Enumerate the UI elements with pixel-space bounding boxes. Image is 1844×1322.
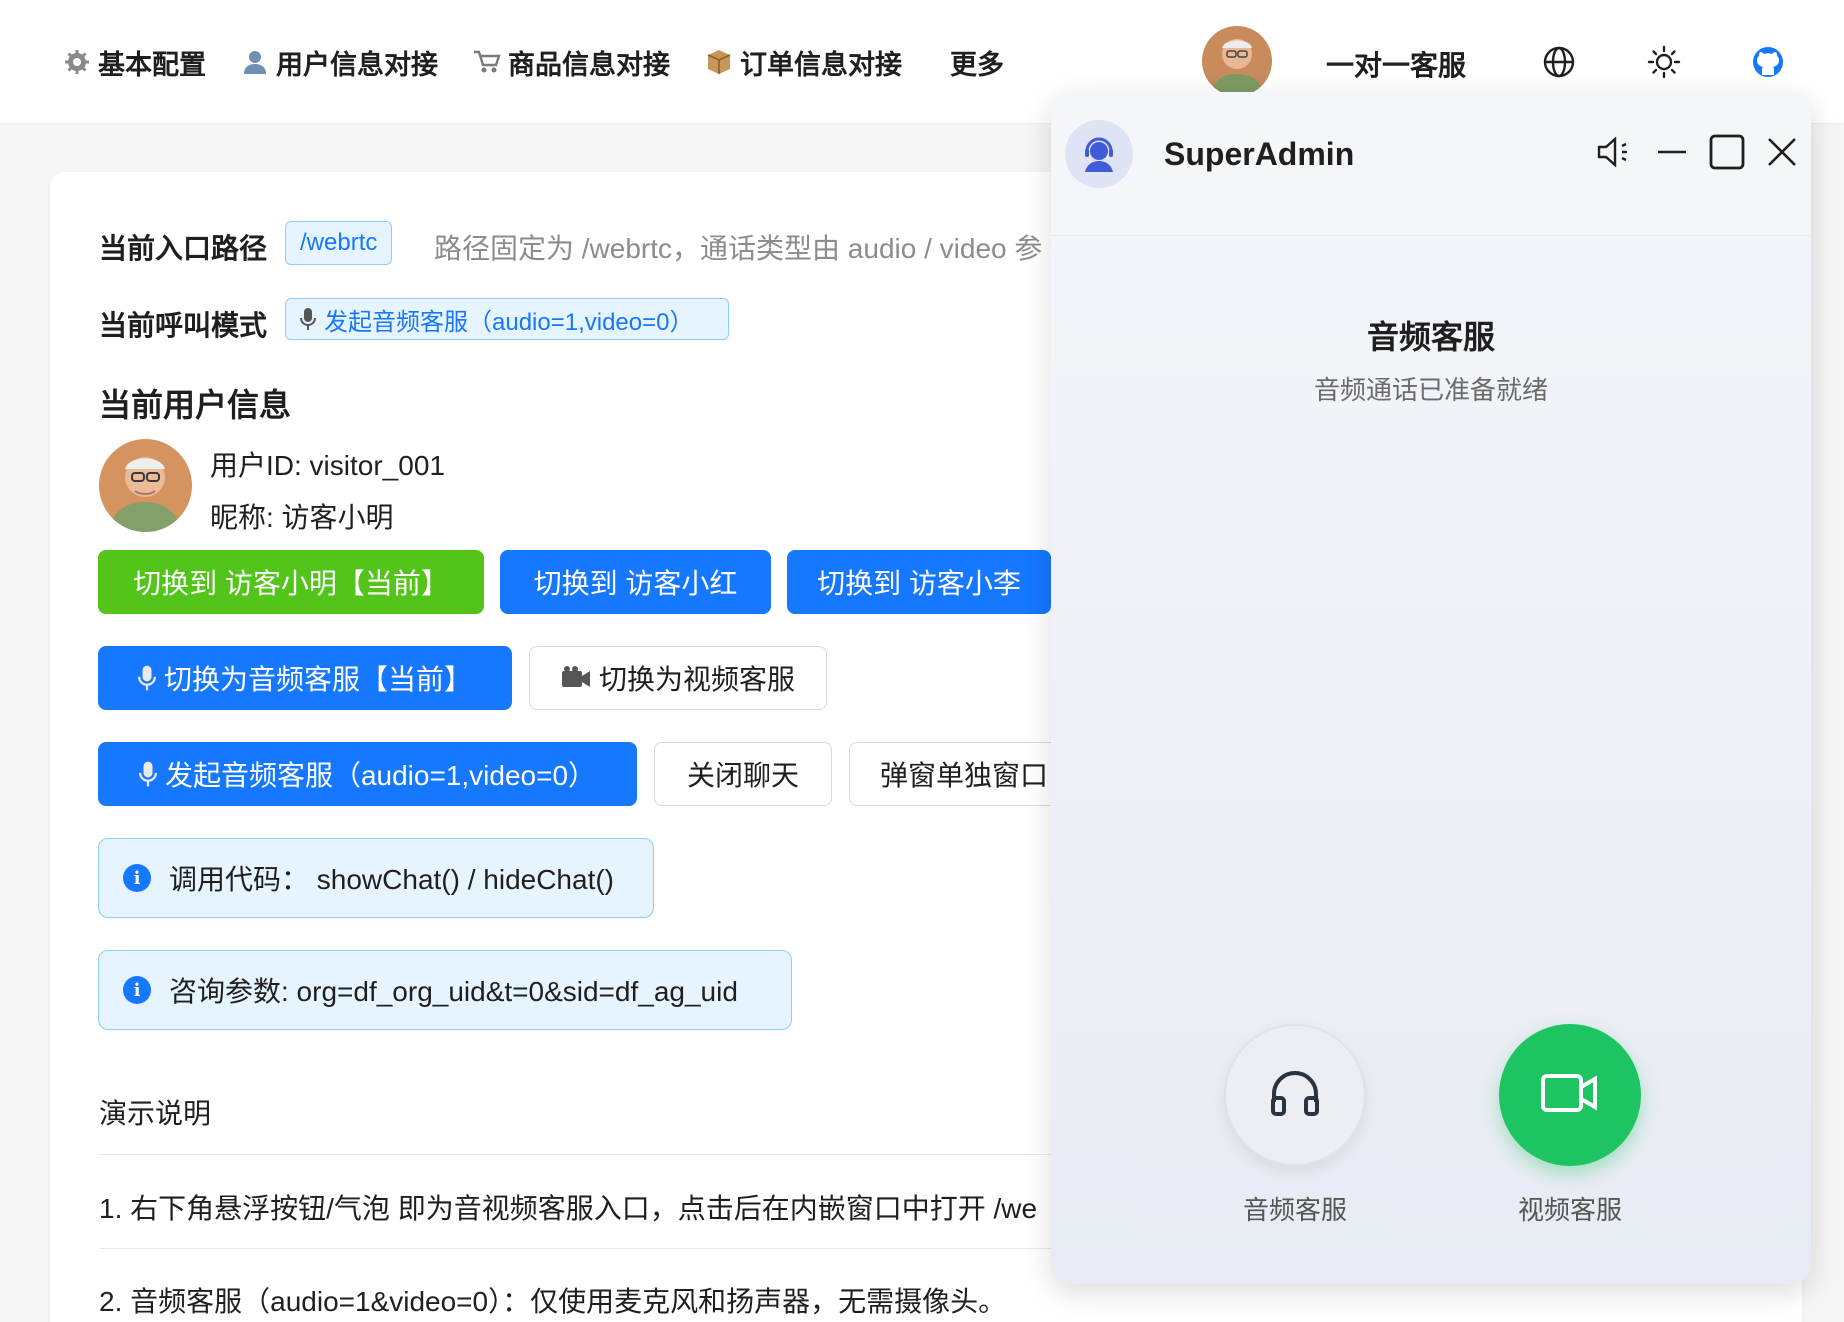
user-id-text: 用户ID: visitor_001 [210, 450, 445, 481]
popup-window-button[interactable]: 弹窗单独窗口 [849, 742, 1069, 806]
headphones-icon [1268, 1068, 1322, 1123]
one-on-one-service-link[interactable]: 一对一客服 [1326, 44, 1466, 84]
cart-icon [472, 47, 502, 77]
button-label: 发起音频客服（audio=1,video=0） [164, 760, 597, 791]
video-camera-icon [1540, 1071, 1600, 1120]
call-title: 音频客服 [1366, 319, 1495, 355]
switch-video-service-button[interactable]: 切换为视频客服 [529, 646, 827, 710]
maximize-icon[interactable] [1707, 132, 1747, 172]
entry-path-hint: 路径固定为 /webrtc，通话类型由 audio / video 参 [434, 233, 1043, 264]
nav-item-label: 更多 [950, 49, 1004, 80]
agent-avatar [1065, 120, 1133, 188]
speaker-icon[interactable] [1595, 132, 1635, 172]
avatar[interactable] [1202, 26, 1272, 96]
chat-window: SuperAdmin 音频客服 音频通话已准备就绪 音频客服 视频客服 [1051, 92, 1811, 1284]
video-call-label: 视频客服 [1517, 1195, 1622, 1225]
video-camera-icon [561, 666, 591, 690]
call-subtitle: 音频通话已准备就绪 [1313, 375, 1548, 405]
demo-line-1: 1. 右下角悬浮按钮/气泡 即为音视频客服入口，点击后在内嵌窗口中打开 /we [99, 1193, 1038, 1224]
sun-icon[interactable] [1646, 44, 1682, 80]
user-avatar [99, 439, 192, 532]
button-label: 切换为音频客服【当前】 [163, 664, 472, 695]
info-icon: i [123, 976, 151, 1004]
nav-item-label: 商品信息对接 [508, 49, 670, 80]
close-icon[interactable] [1762, 132, 1802, 172]
video-call-button[interactable] [1499, 1024, 1641, 1166]
info-query-params: i 咨询参数: org=df_org_uid&t=0&sid=df_ag_uid [98, 950, 792, 1030]
nav-item-order-info[interactable]: 订单信息对接 [704, 44, 902, 80]
audio-call-button[interactable] [1224, 1024, 1366, 1166]
start-audio-service-button[interactable]: 发起音频客服（audio=1,video=0） [98, 742, 637, 806]
switch-audio-service-button[interactable]: 切换为音频客服【当前】 [98, 646, 512, 710]
entry-path-tag: /webrtc [285, 221, 393, 265]
demo-title: 演示说明 [99, 1098, 212, 1129]
globe-icon[interactable] [1541, 44, 1577, 80]
switch-user-xiaoming-button[interactable]: 切换到 访客小明【当前】 [98, 550, 484, 614]
switch-user-xiaohong-button[interactable]: 切换到 访客小红 [500, 550, 771, 614]
switch-user-xiaoli-button[interactable]: 切换到 访客小李 [787, 550, 1051, 614]
nav-item-label: 订单信息对接 [740, 49, 902, 80]
call-mode-value: 发起音频客服（audio=1,video=0） [324, 308, 694, 336]
user-icon [240, 47, 270, 77]
gear-icon [62, 47, 92, 77]
close-chat-button[interactable]: 关闭聊天 [654, 742, 832, 806]
button-label: 切换为视频客服 [598, 664, 795, 695]
nickname-text: 昵称: 访客小明 [210, 502, 394, 533]
info-params-text: 咨询参数: org=df_org_uid&t=0&sid=df_ag_uid [169, 976, 738, 1007]
info-icon: i [123, 864, 151, 892]
info-code-text: 调用代码： showChat() / hideChat() [169, 864, 615, 895]
nav-item-label: 基本配置 [98, 49, 206, 80]
nav-item-product-info[interactable]: 商品信息对接 [472, 44, 670, 80]
call-mode-tag: 发起音频客服（audio=1,video=0） [285, 298, 729, 340]
microphone-icon [138, 760, 157, 788]
nav-item-label: 用户信息对接 [276, 49, 438, 80]
user-section-title: 当前用户信息 [99, 387, 292, 423]
nav-item-basic-config[interactable]: 基本配置 [62, 44, 206, 80]
info-call-code: i 调用代码： showChat() / hideChat() [98, 838, 654, 918]
nav-item-more[interactable]: 更多 [950, 44, 1004, 80]
github-icon[interactable] [1750, 44, 1786, 80]
chat-header: SuperAdmin [1051, 92, 1811, 236]
audio-call-label: 音频客服 [1242, 1195, 1347, 1225]
agent-name: SuperAdmin [1164, 136, 1355, 172]
demo-line-2: 2. 音频客服（audio=1&video=0）：仅使用麦克风和扬声器，无需摄像… [99, 1286, 1007, 1317]
box-icon [704, 47, 734, 77]
entry-path-label: 当前入口路径 [99, 233, 268, 264]
nav-item-user-info[interactable]: 用户信息对接 [240, 44, 438, 80]
call-mode-label: 当前呼叫模式 [99, 310, 268, 341]
microphone-icon [300, 307, 316, 331]
microphone-icon [137, 664, 156, 692]
minimize-icon[interactable] [1652, 132, 1692, 172]
